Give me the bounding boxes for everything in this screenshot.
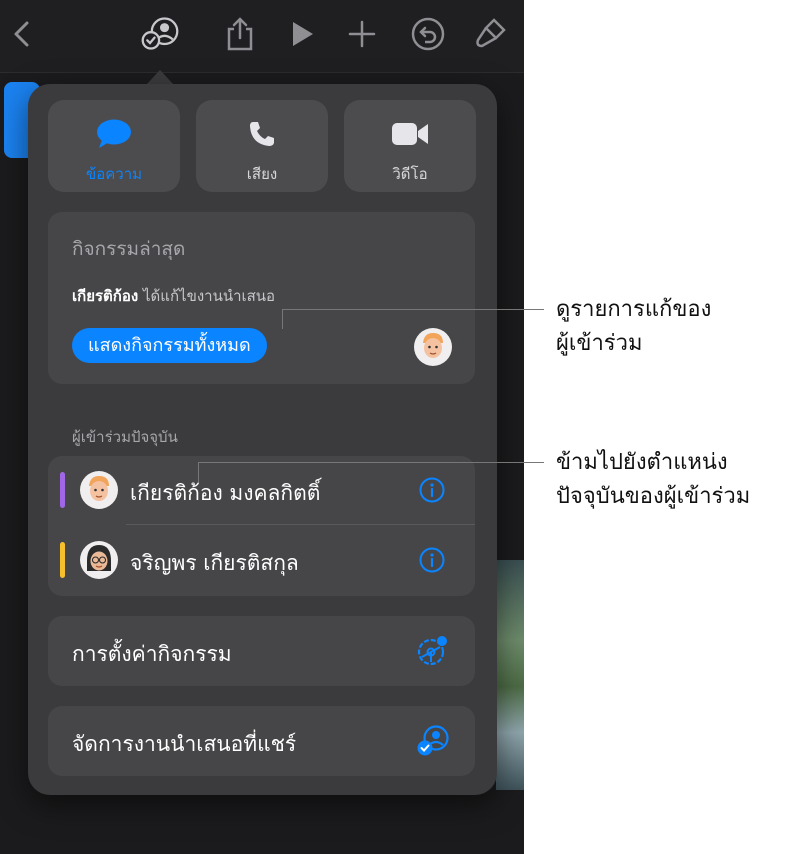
message-button[interactable]: ข้อความ: [48, 100, 180, 192]
video-label: วิดีโอ: [392, 165, 428, 183]
recent-activity-title: กิจกรรมล่าสุด: [72, 238, 186, 260]
info-icon[interactable]: [419, 477, 445, 503]
collaboration-icon[interactable]: [140, 14, 180, 54]
collaboration-popover: ข้อความ เสียง วิดีโอ กิจกรรมล่าสุด เกียร…: [28, 84, 497, 795]
slide-photo: [496, 560, 524, 790]
info-icon[interactable]: [419, 547, 445, 573]
toolbar: [0, 0, 524, 73]
video-camera-icon: [344, 118, 476, 150]
callout-text: ข้ามไปยังตำแหน่ง: [556, 450, 728, 475]
avatar: [80, 471, 118, 509]
activity-text: ได้แก้ไขงานนำเสนอ: [138, 287, 276, 305]
phone-icon: [196, 118, 328, 150]
manage-shared-label: จัดการงานนำเสนอที่แชร์: [72, 732, 297, 756]
participants-card: เกียรติก้อง มงคลกิตติ์ จริญพร เกียรติสกุ…: [48, 456, 475, 596]
callout-leader-line: [198, 462, 199, 482]
recent-activity-card: กิจกรรมล่าสุด เกียรติก้อง ได้แก้ไขงานนำเ…: [48, 212, 475, 384]
participant-row[interactable]: เกียรติก้อง มงคลกิตติ์: [48, 456, 475, 525]
activity-settings-label: การตั้งค่ากิจกรรม: [72, 642, 232, 666]
callout-leader-line: [198, 462, 544, 463]
callout-leader-line: [282, 309, 283, 329]
app-screen: ข้อความ เสียง วิดีโอ กิจกรรมล่าสุด เกียร…: [0, 0, 524, 854]
add-icon[interactable]: [342, 14, 382, 54]
callout-jump-to-participant: ข้ามไปยังตำแหน่ง ปัจจุบันของผู้เข้าร่วม: [556, 446, 750, 514]
callout-participant-edits: ดูรายการแก้ของ ผู้เข้าร่วม: [556, 293, 711, 361]
popover-arrow: [146, 70, 174, 85]
back-chevron-icon[interactable]: [2, 14, 42, 54]
callout-leader-line: [282, 309, 544, 310]
audio-label: เสียง: [246, 165, 278, 183]
callout-text: ผู้เข้าร่วม: [556, 331, 643, 356]
activity-settings-icon: [416, 634, 450, 668]
play-icon[interactable]: [282, 14, 322, 54]
show-all-activity-button[interactable]: แสดงกิจกรรมทั้งหมด: [72, 328, 267, 363]
row-divider: [126, 524, 475, 525]
video-call-button[interactable]: วิดีโอ: [344, 100, 476, 192]
manage-shared-presentation-button[interactable]: จัดการงานนำเสนอที่แชร์: [48, 706, 475, 776]
actor-name: เกียรติก้อง: [72, 287, 139, 305]
participant-color-bar: [60, 542, 65, 578]
message-bubble-icon: [48, 118, 180, 150]
message-label: ข้อความ: [85, 165, 143, 183]
undo-icon[interactable]: [408, 14, 448, 54]
participant-name: จริญพร เกียรติสกุล: [130, 551, 299, 575]
participants-header: ผู้เข้าร่วมปัจจุบัน: [72, 428, 178, 446]
collaboration-icon: [416, 724, 450, 758]
participant-row[interactable]: จริญพร เกียรติสกุล: [48, 526, 475, 594]
participant-name: เกียรติก้อง มงคลกิตติ์: [130, 481, 321, 505]
callout-text: ดูรายการแก้ของ: [556, 297, 712, 322]
recent-activity-entry: เกียรติก้อง ได้แก้ไขงานนำเสนอ: [72, 284, 275, 308]
format-brush-icon[interactable]: [470, 14, 510, 54]
avatar: [80, 541, 118, 579]
share-icon[interactable]: [220, 14, 260, 54]
audio-call-button[interactable]: เสียง: [196, 100, 328, 192]
participant-color-bar: [60, 472, 65, 508]
avatar: [414, 328, 452, 366]
callout-text: ปัจจุบันของผู้เข้าร่วม: [556, 484, 751, 509]
activity-settings-button[interactable]: การตั้งค่ากิจกรรม: [48, 616, 475, 686]
